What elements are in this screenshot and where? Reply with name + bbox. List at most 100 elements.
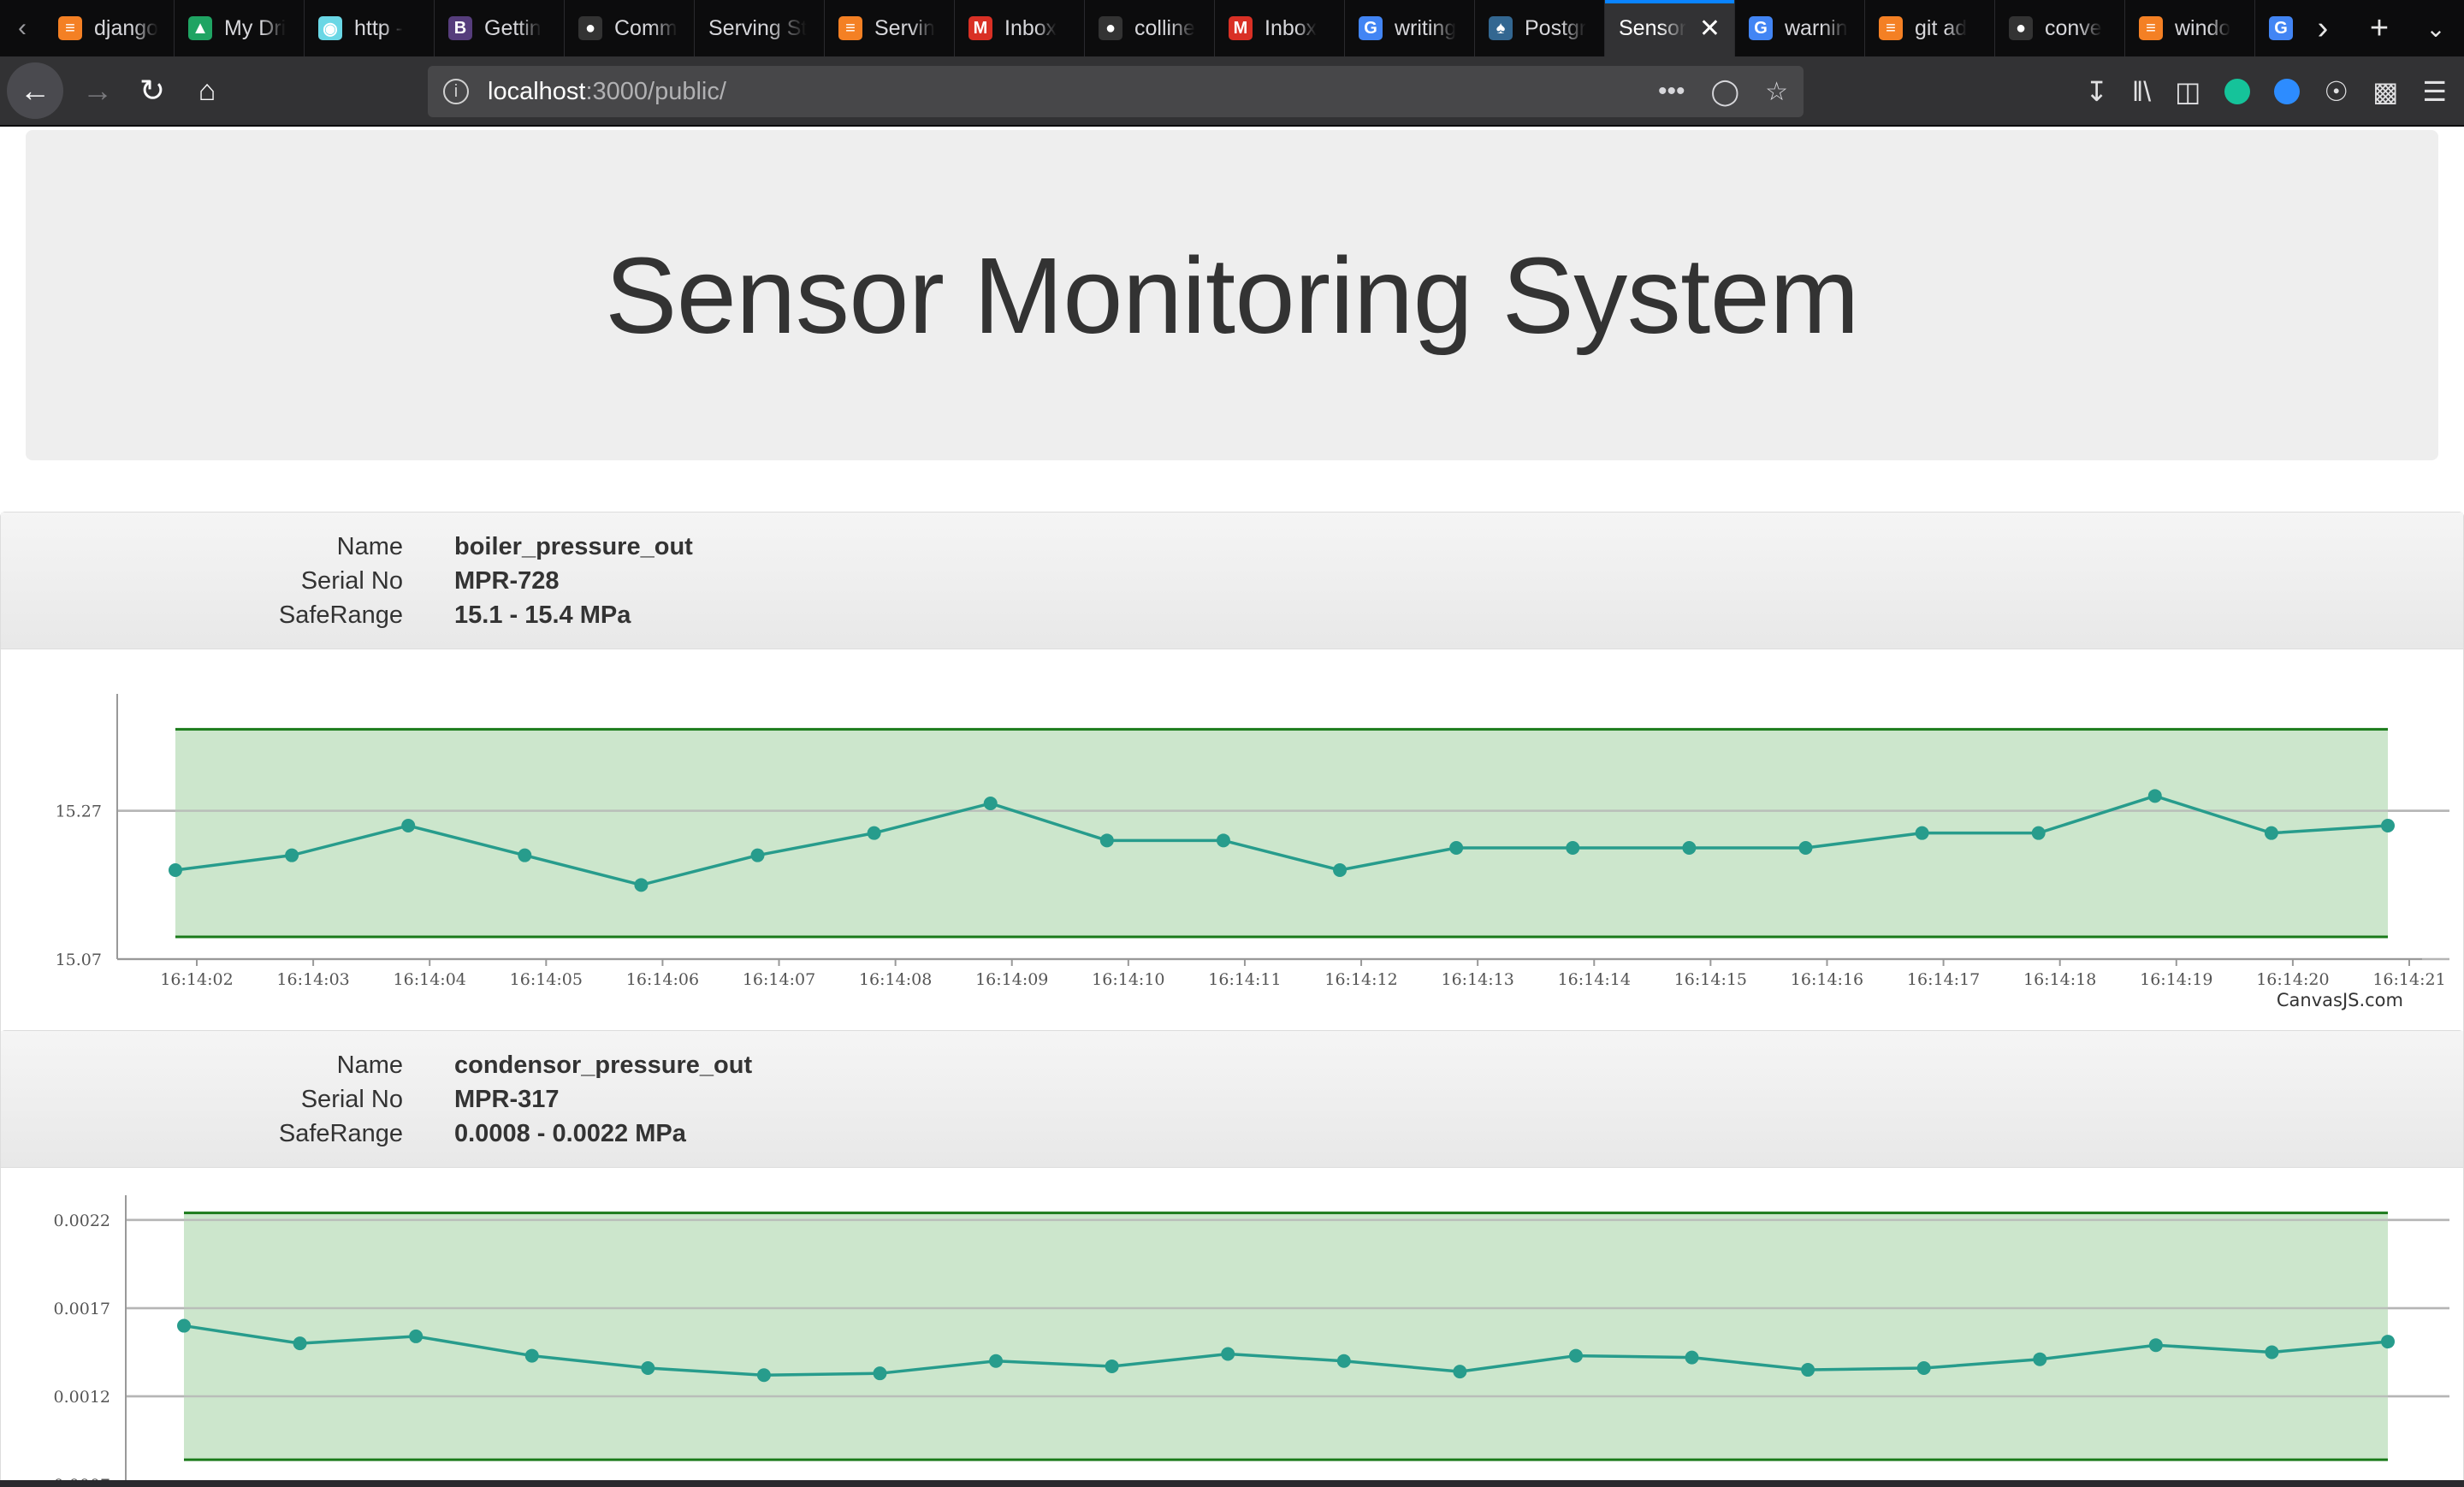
new-tab-icon[interactable]: + xyxy=(2351,10,2408,47)
tab-label: django xyxy=(94,15,159,40)
data-point xyxy=(401,819,416,832)
browser-tab[interactable]: B Gettin xyxy=(435,0,565,56)
forward-arrow-icon[interactable]: → xyxy=(70,63,125,118)
url-path: :3000/public/ xyxy=(585,77,726,105)
sensor-serial-label: Serial No xyxy=(300,566,403,595)
sensor-chart: 15.07 15.27 16:14:02 16:14:03 16:14:04 16:14:… xyxy=(56,694,2449,989)
url-bar[interactable]: i localhost :3000/public/ ••• ◯ ☆ xyxy=(428,66,1804,117)
x-tick-label: 16:14:17 xyxy=(1907,970,1980,989)
browser-tab[interactable]: ♠ Postgr xyxy=(1475,0,1605,56)
browser-tab[interactable]: ≡ Servin xyxy=(825,0,955,56)
browser-tab[interactable]: G xyxy=(2255,0,2295,56)
x-tick-label: 16:14:04 xyxy=(394,970,466,989)
google-drive-icon: ▲ xyxy=(188,16,212,40)
browser-tab[interactable]: ● conve xyxy=(1995,0,2125,56)
data-point xyxy=(756,1368,771,1383)
sensor-info-header: Name boiler_pressure_out Serial No MPR-7… xyxy=(1,512,2463,649)
x-tick-label: 16:14:09 xyxy=(975,970,1048,989)
data-point xyxy=(2264,826,2278,840)
browser-tab[interactable]: ≡ windo xyxy=(2125,0,2255,56)
gopher-icon: ◉ xyxy=(318,16,342,40)
browser-tab[interactable]: ≡ git ad xyxy=(1865,0,1995,56)
github-icon: ● xyxy=(2009,16,2033,40)
browser-tab[interactable]: Serving St xyxy=(695,0,825,56)
tab-strip: ≡ django ▲ My Dri ◉ http - B Gettin ● Comm Serving… xyxy=(44,0,2295,56)
x-tick-label: 16:14:15 xyxy=(1674,970,1747,989)
data-point xyxy=(2381,1335,2395,1349)
extension-icon[interactable]: ▩ xyxy=(2372,75,2398,108)
sensor-panel: Name condensor_pressure_out Serial No MP… xyxy=(0,1030,2464,1487)
data-point xyxy=(1333,863,1348,877)
data-point xyxy=(1105,1359,1119,1373)
close-tab-icon[interactable]: ✕ xyxy=(1699,14,1721,44)
browser-tab[interactable]: Gwarnin xyxy=(1735,0,1865,56)
scroll-tabs-left-icon[interactable]: ‹ xyxy=(0,0,44,56)
data-point xyxy=(983,797,998,810)
data-point xyxy=(1915,826,1929,840)
x-tick-label: 16:14:08 xyxy=(859,970,932,989)
back-arrow-icon[interactable]: ← xyxy=(7,62,63,119)
data-point xyxy=(2265,1345,2279,1360)
pocket-icon[interactable]: ◯ xyxy=(1711,77,1740,107)
page-actions-icon[interactable]: ••• xyxy=(1658,77,1685,107)
list-all-tabs-icon[interactable]: ⌄ xyxy=(2408,15,2464,43)
reload-icon[interactable]: ↻ xyxy=(125,63,180,118)
tab-label: warnin xyxy=(1785,15,1848,40)
tab-tools: › + ⌄ xyxy=(2295,0,2464,56)
chart-credit-link[interactable]: CanvasJS.com xyxy=(2277,990,2403,1010)
browser-tab[interactable]: ● Comm xyxy=(565,0,695,56)
browser-tab[interactable]: Sensor ✕ xyxy=(1605,0,1735,56)
browser-tab[interactable]: ● colline xyxy=(1085,0,1215,56)
y-tick-label: 0.0022 xyxy=(54,1212,110,1230)
chart-container: 0.00070.00120.00170.0022 xyxy=(1,1168,2463,1487)
sensor-name-value: boiler_pressure_out xyxy=(454,532,693,560)
google-icon: G xyxy=(1359,16,1383,40)
stackoverflow-icon: ≡ xyxy=(58,16,82,40)
sensor-name-label: Name xyxy=(336,1051,403,1079)
zoom-extension-icon[interactable] xyxy=(2274,79,2301,104)
tab-label: My Dri xyxy=(224,15,287,40)
browser-tab[interactable]: ◉ http - xyxy=(305,0,435,56)
y-tick-label: 0.0012 xyxy=(54,1388,110,1407)
browser-tab[interactable]: M Inbox xyxy=(955,0,1085,56)
safe-range-band xyxy=(184,1212,2388,1460)
tab-label: writing xyxy=(1395,15,1457,40)
home-icon[interactable]: ⌂ xyxy=(180,63,234,118)
data-point xyxy=(2033,1352,2047,1366)
data-point xyxy=(2381,819,2395,832)
page-content: Sensor Monitoring System Name boiler_pre… xyxy=(0,127,2464,1487)
stackoverflow-icon: ≡ xyxy=(838,16,862,40)
library-icon[interactable]: ‖\ xyxy=(2132,76,2151,108)
sidebar-icon[interactable]: ◫ xyxy=(2175,75,2200,108)
data-point xyxy=(989,1354,1004,1368)
browser-tab[interactable]: Gwriting xyxy=(1345,0,1475,56)
x-tick-label: 16:14:14 xyxy=(1558,970,1631,989)
data-point xyxy=(873,1366,887,1381)
bookmark-star-icon[interactable]: ☆ xyxy=(1765,77,1788,107)
site-info-icon[interactable]: i xyxy=(443,79,469,104)
data-point xyxy=(524,1348,539,1363)
y-tick-label: 0.0017 xyxy=(54,1300,110,1318)
tab-label: windo xyxy=(2175,15,2231,40)
download-icon[interactable]: ↧ xyxy=(2085,75,2108,108)
x-tick-label: 16:14:06 xyxy=(626,970,699,989)
account-icon[interactable]: ☉ xyxy=(2324,75,2348,108)
menu-icon[interactable]: ☰ xyxy=(2422,75,2447,108)
tab-label: conve xyxy=(2045,15,2102,40)
tab-label: git ad xyxy=(1915,15,1968,40)
data-point xyxy=(1916,1361,1931,1375)
data-point xyxy=(2148,1338,2163,1353)
grammarly-icon[interactable] xyxy=(2224,79,2251,104)
google-icon: G xyxy=(2269,16,2293,40)
sensor-serial-row: Serial No MPR-317 xyxy=(1,1082,560,1117)
browser-tab[interactable]: ≡ django xyxy=(44,0,175,56)
browser-tab[interactable]: ▲ My Dri xyxy=(175,0,305,56)
x-tick-label: 16:14:11 xyxy=(1208,970,1281,989)
stackoverflow-icon: ≡ xyxy=(2139,16,2163,40)
x-tick-label: 16:14:07 xyxy=(743,970,815,989)
sensor-serial-row: Serial No MPR-728 xyxy=(1,564,560,598)
x-tick-label: 16:14:21 xyxy=(2372,970,2445,989)
data-point xyxy=(641,1361,655,1375)
scroll-tabs-right-icon[interactable]: › xyxy=(2295,10,2351,47)
browser-tab[interactable]: M Inbox xyxy=(1215,0,1345,56)
